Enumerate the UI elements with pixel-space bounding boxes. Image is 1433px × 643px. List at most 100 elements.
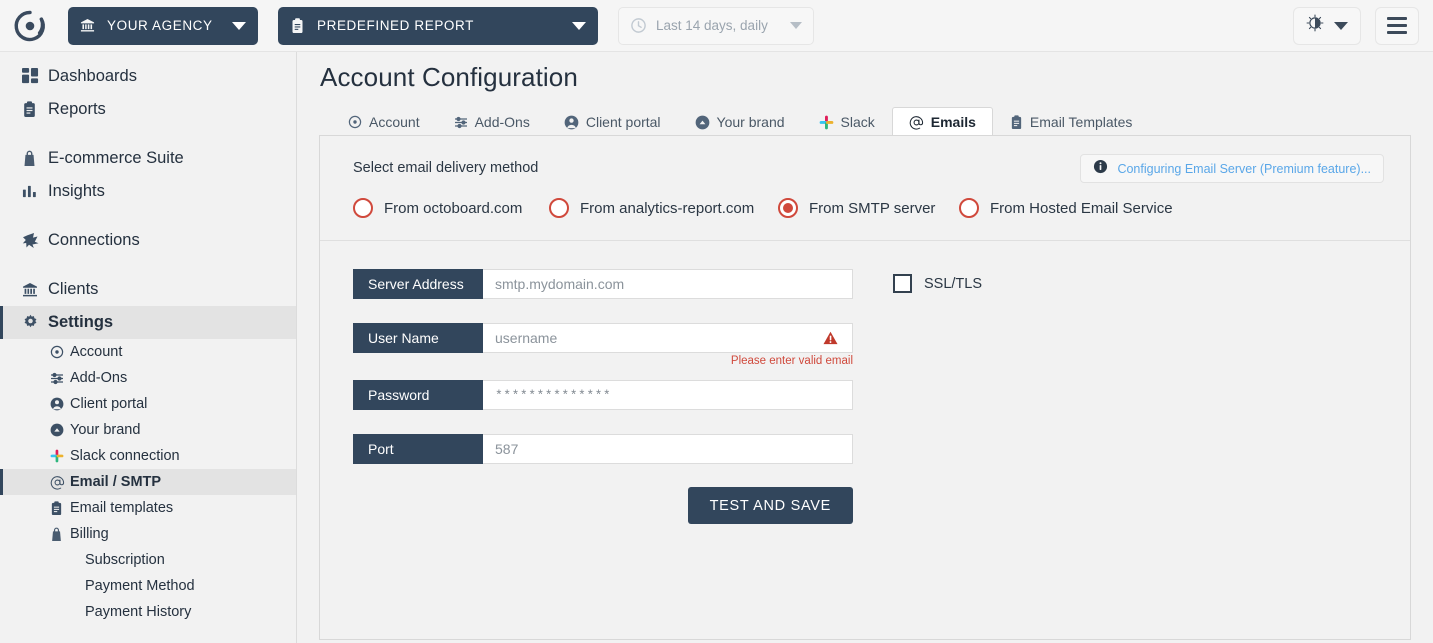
tab-emails[interactable]: Emails [891, 107, 993, 136]
emails-panel: Select email delivery method Configuring… [319, 135, 1411, 640]
sidebar-subitem-email-templates[interactable]: Email templates [0, 495, 296, 521]
radio-option-smtp-server[interactable]: From SMTP server [778, 198, 959, 218]
port-input[interactable]: 587 [483, 434, 853, 464]
tab-label: Slack [840, 114, 875, 130]
sidebar-subitem-label: Add-Ons [70, 370, 128, 386]
field-label: Server Address [353, 269, 483, 299]
radio-label: From octoboard.com [384, 199, 523, 217]
clipboard-icon [50, 500, 70, 516]
theme-toggle-button[interactable] [1293, 6, 1361, 45]
delivery-method-section: Select email delivery method Configuring… [320, 136, 1410, 241]
radio-option-analytics-report[interactable]: From analytics-report.com [549, 198, 778, 218]
sidebar-subitem-slack-connection[interactable]: Slack connection [0, 443, 296, 469]
user-name-error-text: Please enter valid email [730, 355, 853, 367]
sidebar-item-label: Insights [48, 182, 105, 200]
sidebar-subitem-email-smtp[interactable]: Email / SMTP [0, 469, 296, 495]
radio-icon[interactable] [549, 198, 569, 218]
sidebar-item-label: Settings [48, 313, 114, 331]
info-icon [1093, 159, 1108, 179]
field-value: 587 [495, 441, 519, 457]
sidebar-subitem-subscription[interactable]: Subscription [0, 547, 296, 573]
test-and-save-button[interactable]: TEST AND SAVE [687, 487, 853, 524]
sidebar-subitem-payment-method[interactable]: Payment Method [0, 573, 296, 599]
sidebar-subitem-label: Email templates [70, 500, 174, 516]
clipboard-icon [1010, 114, 1023, 130]
ssl-tls-label: SSL/TLS [924, 275, 983, 292]
sidebar-subitem-label: Email / SMTP [70, 474, 162, 490]
agency-selector[interactable]: YOUR AGENCY [68, 6, 258, 45]
sidebar-item-reports[interactable]: Reports [0, 93, 296, 126]
field-password: Password ************** [353, 380, 853, 410]
sidebar-item-connections[interactable]: Connections [0, 224, 296, 257]
sidebar-item-clients[interactable]: Clients [0, 273, 296, 306]
sidebar-item-label: Clients [48, 280, 99, 298]
octoboard-logo-icon[interactable] [8, 4, 52, 48]
report-selector[interactable]: PREDEFINED REPORT [278, 6, 598, 45]
chevron-down-icon[interactable] [572, 21, 586, 30]
radio-icon[interactable] [353, 198, 373, 218]
checkbox-icon[interactable] [893, 274, 912, 293]
tab-client-portal[interactable]: Client portal [547, 107, 678, 136]
sidebar-item-dashboards[interactable]: Dashboards [0, 60, 296, 93]
sidebar-subitem-your-brand[interactable]: Your brand [0, 417, 296, 443]
gear-icon [22, 314, 48, 331]
chevron-down-icon[interactable] [790, 22, 802, 29]
radio-icon[interactable] [959, 198, 979, 218]
at-icon [909, 115, 924, 130]
user-name-input[interactable]: username [483, 323, 853, 353]
sidebar-item-settings[interactable]: Settings [0, 306, 296, 339]
tab-label: Your brand [716, 114, 785, 130]
sidebar-item-ecommerce-suite[interactable]: E-commerce Suite [0, 142, 296, 175]
sliders-icon [454, 115, 468, 129]
chevron-down-icon[interactable] [232, 21, 246, 30]
agency-label: YOUR AGENCY [107, 18, 213, 33]
premium-info-box[interactable]: Configuring Email Server (Premium featur… [1080, 154, 1384, 183]
tab-label: Email Templates [1029, 114, 1133, 130]
field-label: User Name [353, 323, 483, 353]
date-range-selector[interactable]: Last 14 days, daily [618, 6, 814, 45]
user-circle-icon [50, 397, 70, 411]
brand-arrow-icon [695, 115, 710, 130]
clipboard-icon [290, 17, 305, 34]
tab-slack[interactable]: Slack [802, 107, 892, 136]
target-icon [348, 115, 362, 129]
tab-your-brand[interactable]: Your brand [678, 107, 802, 136]
bank-icon [22, 282, 48, 298]
date-range-label: Last 14 days, daily [656, 18, 768, 33]
sidebar-subitem-label: Billing [70, 526, 109, 542]
tab-account[interactable]: Account [331, 107, 437, 136]
smtp-form-column: Server Address smtp.mydomain.com User Na… [353, 269, 853, 524]
bar-chart-icon [22, 183, 48, 200]
tab-label: Account [369, 114, 420, 130]
sidebar-subitem-billing[interactable]: Billing [0, 521, 296, 547]
sidebar-item-label: Reports [48, 100, 106, 118]
sidebar-subitem-payment-history[interactable]: Payment History [0, 599, 296, 625]
premium-feature-link[interactable]: Configuring Email Server (Premium featur… [1117, 162, 1371, 176]
radio-label: From analytics-report.com [580, 199, 755, 217]
sidebar-subitem-label: Account [70, 344, 123, 360]
field-value: smtp.mydomain.com [495, 276, 625, 292]
field-label: Port [353, 434, 483, 464]
radio-option-octoboard[interactable]: From octoboard.com [353, 198, 549, 218]
bank-icon [80, 18, 95, 33]
sidebar-subitem-add-ons[interactable]: Add-Ons [0, 365, 296, 391]
hamburger-menu-button[interactable] [1375, 6, 1419, 45]
report-label: PREDEFINED REPORT [317, 18, 474, 33]
sidebar-subitem-client-portal[interactable]: Client portal [0, 391, 296, 417]
radio-icon[interactable] [778, 198, 798, 218]
password-input[interactable]: ************** [483, 380, 853, 410]
server-address-input[interactable]: smtp.mydomain.com [483, 269, 853, 299]
chevron-down-icon[interactable] [1334, 21, 1348, 30]
at-icon [50, 475, 70, 490]
tab-email-templates[interactable]: Email Templates [993, 107, 1149, 136]
radio-option-hosted-email-service[interactable]: From Hosted Email Service [959, 198, 1173, 218]
ssl-tls-option[interactable]: SSL/TLS [893, 274, 982, 293]
sidebar-subitem-account[interactable]: Account [0, 339, 296, 365]
tab-add-ons[interactable]: Add-Ons [437, 107, 547, 136]
main-scrollbar[interactable] [1425, 52, 1433, 643]
sidebar-item-label: E-commerce Suite [48, 149, 184, 167]
slack-icon [50, 449, 70, 463]
brand-arrow-icon [50, 423, 70, 437]
top-toolbar: YOUR AGENCY PREDEFINED REPORT Last 14 da… [0, 0, 1433, 52]
sidebar-item-insights[interactable]: Insights [0, 175, 296, 208]
